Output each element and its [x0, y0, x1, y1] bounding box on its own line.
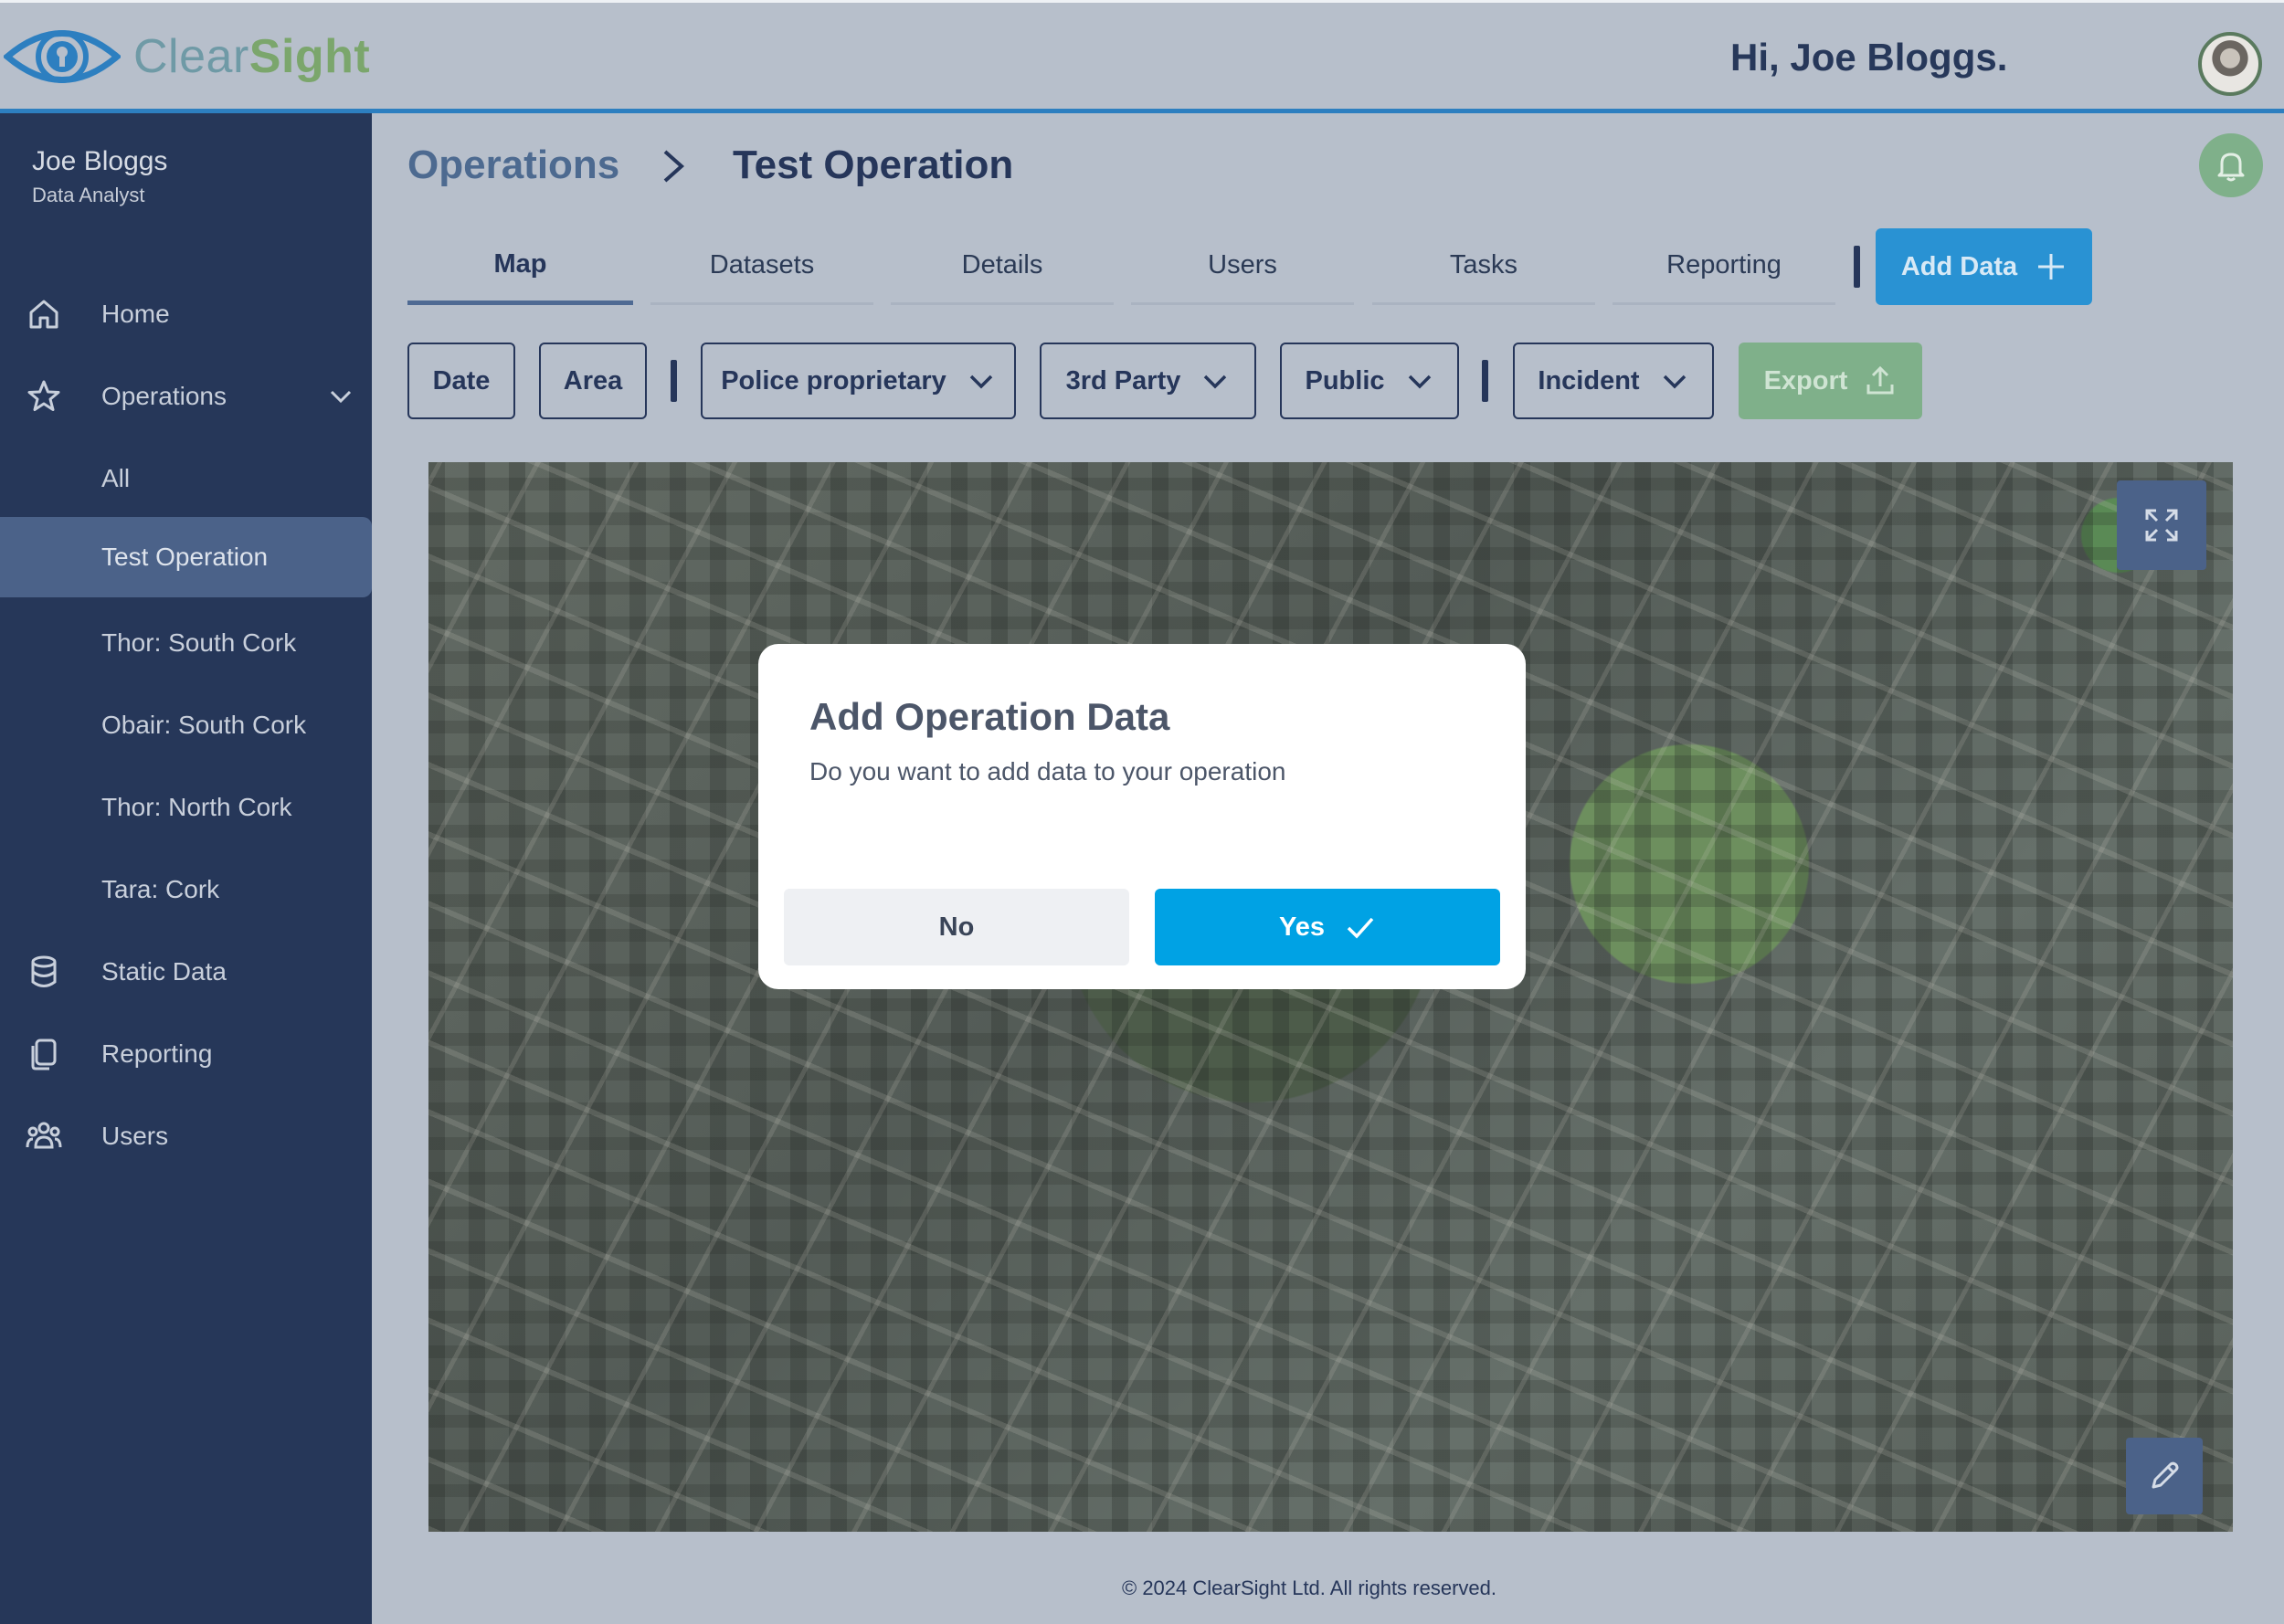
chevron-down-icon — [1204, 374, 1227, 389]
logo-text: ClearSight — [133, 30, 371, 83]
sidebar-item-users[interactable]: Users — [0, 1096, 372, 1176]
sidebar-item-label: Home — [101, 300, 170, 328]
sidebar-item-label: Obair: South Cork — [101, 711, 307, 739]
breadcrumb-operations[interactable]: Operations — [407, 142, 619, 188]
chevron-down-icon[interactable] — [327, 383, 354, 410]
chevron-right-icon — [663, 150, 685, 183]
chevron-down-icon — [1663, 374, 1686, 389]
dropdown-label: Public — [1305, 365, 1385, 395]
eye-logo-icon — [4, 30, 121, 83]
clearsight-logo[interactable]: ClearSight — [4, 19, 370, 94]
satellite-map[interactable] — [428, 462, 2233, 1532]
documents-icon — [31, 1039, 57, 1070]
divider — [671, 360, 677, 402]
sidebar-item-operations[interactable]: Operations — [0, 356, 372, 437]
sidebar-user-role: Data Analyst — [32, 184, 145, 206]
no-button[interactable]: No — [784, 889, 1129, 965]
sidebar-item-tara-cork[interactable]: Tara: Cork — [0, 849, 372, 930]
sidebar-item-test-operation[interactable]: Test Operation — [0, 517, 372, 597]
public-dropdown[interactable]: Public — [1280, 343, 1459, 419]
footer-copyright: © 2024 ClearSight Ltd. All rights reserv… — [1122, 1577, 1496, 1599]
sidebar-item-all[interactable]: All — [0, 438, 372, 519]
tab-tasks[interactable]: Tasks — [1372, 228, 1595, 305]
sidebar-item-label: Tara: Cork — [101, 875, 220, 903]
yes-label: Yes — [1279, 912, 1325, 942]
sidebar-user-name: Joe Bloggs — [32, 146, 168, 176]
sidebar-item-home[interactable]: Home — [0, 274, 372, 354]
chevron-down-icon — [1408, 374, 1431, 389]
dialog-title: Add Operation Data — [809, 695, 1170, 738]
page-title: Test Operation — [733, 142, 1014, 187]
upload-icon — [1866, 365, 1894, 395]
add-data-label: Add Data — [1900, 251, 2018, 281]
sidebar-item-reporting[interactable]: Reporting — [0, 1014, 372, 1094]
checkmark-icon — [1347, 917, 1374, 939]
chevron-down-icon — [969, 374, 993, 389]
sidebar: Joe Bloggs Data Analyst Home Operations … — [0, 113, 372, 1624]
plus-icon — [2038, 254, 2065, 279]
tab-reporting[interactable]: Reporting — [1613, 228, 1835, 305]
dropdown-label: 3rd Party — [1065, 365, 1181, 395]
fullscreen-button[interactable] — [2117, 480, 2206, 570]
sidebar-item-label: Thor: South Cork — [101, 628, 297, 657]
area-filter-button[interactable]: Area — [539, 343, 647, 419]
sidebar-item-label: Static Data — [101, 957, 227, 986]
database-icon — [31, 955, 57, 987]
sidebar-item-thor-north-cork[interactable]: Thor: North Cork — [0, 767, 372, 848]
sidebar-item-thor-south-cork[interactable]: Thor: South Cork — [0, 603, 372, 683]
divider — [1482, 360, 1488, 402]
sidebar-item-obair-south-cork[interactable]: Obair: South Cork — [0, 685, 372, 765]
add-data-button[interactable]: Add Data — [1876, 228, 2092, 305]
expand-icon — [2145, 509, 2178, 542]
tab-datasets[interactable]: Datasets — [650, 228, 873, 305]
export-label: Export — [1763, 365, 1848, 395]
sidebar-item-label: Operations — [101, 382, 227, 410]
sidebar-item-label: All — [101, 464, 131, 492]
dropdown-label: Police proprietary — [721, 365, 946, 395]
draw-button[interactable] — [2126, 1438, 2203, 1514]
add-operation-data-dialog: Add Operation Data Do you want to add da… — [758, 644, 1526, 989]
dropdown-label: Incident — [1538, 365, 1640, 395]
yes-button[interactable]: Yes — [1155, 889, 1500, 965]
top-header: ClearSight Hi, Joe Bloggs. — [0, 0, 2284, 113]
date-filter-button[interactable]: Date — [407, 343, 515, 419]
user-greeting: Hi, Joe Bloggs. — [1730, 36, 2008, 79]
home-icon — [29, 300, 58, 329]
export-button[interactable]: Export — [1739, 343, 1922, 419]
third-party-dropdown[interactable]: 3rd Party — [1040, 343, 1256, 419]
sidebar-item-static-data[interactable]: Static Data — [0, 932, 372, 1012]
tab-map[interactable]: Map — [407, 228, 633, 305]
notifications-button[interactable] — [2199, 133, 2263, 197]
sidebar-item-label: Test Operation — [101, 543, 269, 571]
sidebar-item-label: Reporting — [101, 1039, 213, 1068]
sidebar-item-label: Thor: North Cork — [101, 793, 292, 821]
star-icon — [27, 380, 60, 411]
sidebar-item-label: Users — [101, 1122, 169, 1150]
incident-dropdown[interactable]: Incident — [1513, 343, 1714, 419]
divider — [1854, 246, 1860, 288]
avatar[interactable] — [2198, 32, 2262, 96]
pencil-icon — [2152, 1461, 2179, 1489]
tab-details[interactable]: Details — [891, 228, 1114, 305]
bell-icon — [2217, 153, 2245, 182]
tab-users[interactable]: Users — [1131, 228, 1354, 305]
dialog-message: Do you want to add data to your operatio… — [809, 757, 1286, 786]
users-icon — [26, 1122, 62, 1149]
police-proprietary-dropdown[interactable]: Police proprietary — [701, 343, 1016, 419]
